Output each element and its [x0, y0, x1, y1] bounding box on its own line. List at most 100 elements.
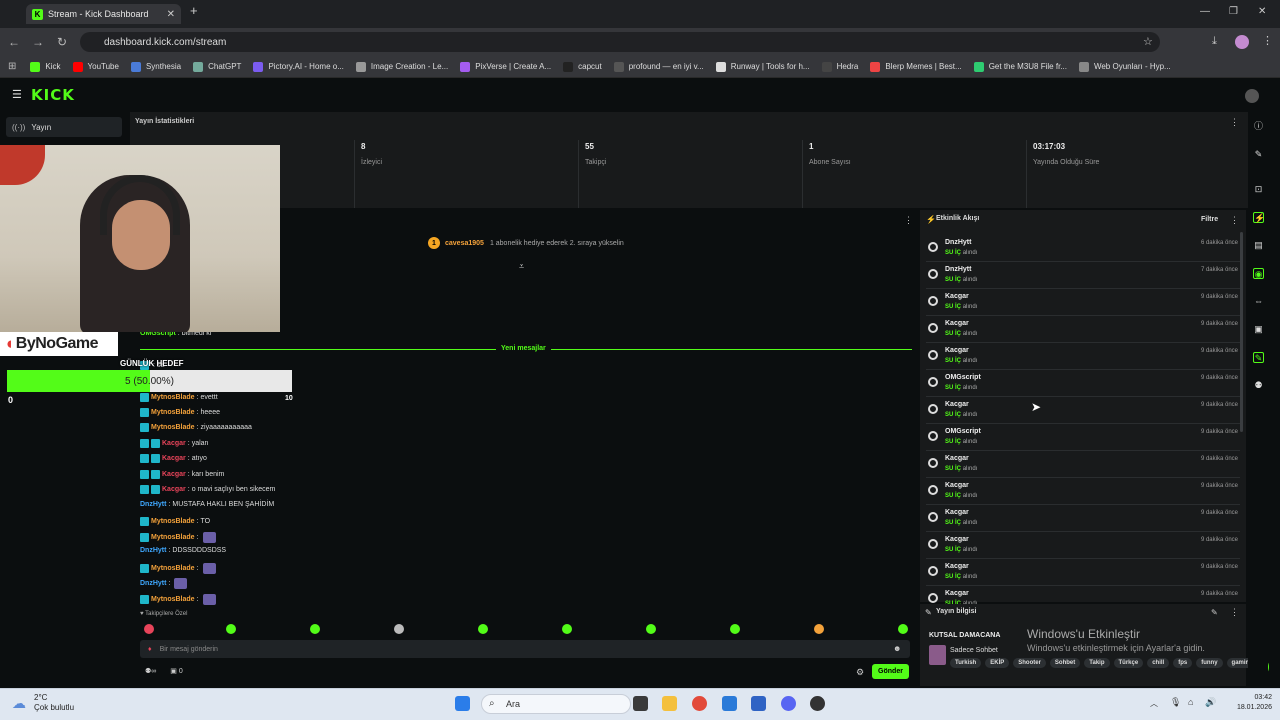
bookmark-item[interactable]: Synthesia: [130, 61, 181, 72]
volume-icon[interactable]: 🔊: [1205, 697, 1216, 708]
profile-avatar[interactable]: [1235, 35, 1249, 49]
task-view-icon[interactable]: [633, 696, 648, 711]
sidebar-item-stream[interactable]: ((·)) Yayın: [6, 117, 122, 137]
window-close-icon[interactable]: ✕: [1258, 6, 1266, 17]
activity-item[interactable]: Kacgar SU İÇ alındı 9 dakika önce: [926, 505, 1240, 532]
pen-icon[interactable]: ✎: [1253, 149, 1264, 160]
emote-icon[interactable]: ♦: [148, 646, 152, 653]
forward-icon[interactable]: →: [26, 35, 50, 49]
bookmark-item[interactable]: Get the M3U8 File fr...: [973, 61, 1067, 72]
chat-username[interactable]: Kacgar: [162, 440, 186, 447]
bookmark-item[interactable]: capcut: [563, 61, 602, 72]
activity-filter-button[interactable]: Filtre: [1201, 216, 1218, 223]
quick-emote-icon[interactable]: [898, 624, 908, 634]
activity-item[interactable]: Kacgar SU İÇ alındı 9 dakika önce: [926, 559, 1240, 586]
bookmark-item[interactable]: Pictory.AI - Home o...: [253, 61, 344, 72]
user-avatar[interactable]: [1245, 89, 1259, 103]
focus-icon[interactable]: ⊡: [1253, 184, 1264, 195]
chat-username[interactable]: MytnosBlade: [151, 596, 195, 603]
apps-grid-icon[interactable]: ⊞: [8, 61, 16, 72]
close-tab-icon[interactable]: ✕: [167, 9, 175, 20]
bookmark-item[interactable]: Runway | Tools for h...: [715, 61, 810, 72]
bookmark-item[interactable]: PixVerse | Create A...: [460, 61, 551, 72]
link-icon[interactable]: ⇔: [1253, 296, 1264, 307]
quick-emote-icon[interactable]: [562, 624, 572, 634]
print-icon[interactable]: ▣: [1253, 324, 1264, 335]
stream-tag[interactable]: Takip: [1084, 658, 1110, 668]
chat-settings-icon[interactable]: ⚙: [856, 667, 864, 678]
stream-tag[interactable]: chill: [1147, 658, 1170, 668]
activity-item[interactable]: Kacgar SU İÇ alındı 9 dakika önce: [926, 289, 1240, 316]
taskbar-clock[interactable]: 03:42 18.01.2026: [1222, 693, 1272, 713]
chat-more-icon[interactable]: ⋮: [904, 215, 913, 226]
emoji-picker-icon[interactable]: ☻: [893, 644, 901, 653]
kick-logo[interactable]: KICK: [31, 86, 75, 104]
tray-chevron-icon[interactable]: ︿: [1150, 698, 1158, 709]
more-menu-icon[interactable]: ⋮: [1262, 34, 1273, 47]
stream-info-more-icon[interactable]: ⋮: [1230, 607, 1239, 618]
activity-item[interactable]: Kacgar SU İÇ alındı 9 dakika önce: [926, 478, 1240, 505]
quick-emote-icon[interactable]: [646, 624, 656, 634]
tools-toggle-icon[interactable]: ✎: [1253, 352, 1264, 363]
bookmark-item[interactable]: Blerp Memes | Best...: [870, 61, 962, 72]
reload-icon[interactable]: ↻: [50, 35, 74, 49]
activity-more-icon[interactable]: ⋮: [1230, 215, 1239, 226]
url-field[interactable]: dashboard.kick.com/stream: [80, 32, 1160, 52]
chrome-icon[interactable]: [692, 696, 707, 711]
activity-item[interactable]: Kacgar SU İÇ alındı 9 dakika önce: [926, 316, 1240, 343]
bookmark-item[interactable]: ChatGPT: [193, 61, 241, 72]
outlook-icon[interactable]: [722, 696, 737, 711]
edit-icon[interactable]: ✎: [1211, 608, 1218, 617]
stream-tag[interactable]: EKİP: [985, 658, 1010, 668]
infinity-icon[interactable]: ⚉∞: [145, 667, 156, 675]
bookmark-item[interactable]: profound — en iyi v...: [613, 61, 704, 72]
stream-tag[interactable]: fps: [1173, 658, 1193, 668]
chat-username[interactable]: MytnosBlade: [151, 394, 195, 401]
activity-item[interactable]: Kacgar SU İÇ alındı 9 dakika önce: [926, 532, 1240, 559]
stream-tag[interactable]: Sohbet: [1049, 658, 1081, 668]
chat-username[interactable]: MytnosBlade: [151, 409, 195, 416]
new-tab-icon[interactable]: +: [190, 3, 198, 18]
quick-emote-icon[interactable]: [478, 624, 488, 634]
chat-input[interactable]: ♦ Bir mesaj gönderin: [140, 640, 910, 658]
activity-item[interactable]: OMGscript SU İÇ alındı 9 dakika önce: [926, 424, 1240, 451]
document-icon[interactable]: ▤: [1253, 240, 1264, 251]
activity-item[interactable]: OMGscript SU İÇ alındı 9 dakika önce: [926, 370, 1240, 397]
bookmark-item[interactable]: Web Oyunları - Hyp...: [1078, 61, 1171, 72]
taskbar-search[interactable]: ⌕ Ara: [481, 694, 631, 714]
bookmark-item[interactable]: YouTube: [72, 61, 119, 72]
pinned-gift-banner[interactable]: 1 cavesa1905 1 abonelik hediye ederek 2.…: [428, 237, 624, 249]
stream-tag[interactable]: Türkçe: [1113, 658, 1144, 668]
bookmark-item[interactable]: Image Creation - Le...: [355, 61, 448, 72]
chat-username[interactable]: MytnosBlade: [151, 424, 195, 431]
bookmark-star-icon[interactable]: ☆: [1143, 35, 1153, 48]
info-icon[interactable]: ⓘ: [1253, 121, 1264, 132]
download-icon[interactable]: ⤓: [1212, 35, 1217, 48]
browser-tab[interactable]: K Stream - Kick Dashboard ✕: [26, 4, 181, 24]
chat-username[interactable]: MytnosBlade: [151, 565, 195, 572]
quick-emote-icon[interactable]: [144, 624, 154, 634]
share-icon[interactable]: ⚉: [1253, 380, 1264, 391]
quick-emote-icon[interactable]: [394, 624, 404, 634]
chat-username[interactable]: MytnosBlade: [151, 518, 195, 525]
stream-tag[interactable]: funny: [1196, 658, 1223, 668]
windows-start-icon[interactable]: [455, 696, 470, 711]
activity-item[interactable]: Kacgar SU İÇ alındı 9 dakika önce: [926, 451, 1240, 478]
chat-username[interactable]: Kacgar: [162, 486, 186, 493]
send-button[interactable]: Gönder: [872, 664, 909, 679]
collapse-chevron-icon[interactable]: ⩡: [519, 261, 524, 272]
obs-icon[interactable]: [810, 696, 825, 711]
activity-item[interactable]: Kacgar SU İÇ alındı 9 dakika önce: [926, 397, 1240, 424]
gift-counter[interactable]: ▣ 0: [170, 667, 182, 675]
activity-item[interactable]: DnzHytt SU İÇ alındı 6 dakika önce: [926, 235, 1240, 262]
activity-toggle-icon[interactable]: ⚡: [1253, 212, 1265, 223]
chat-username[interactable]: DnzHytt: [140, 547, 166, 554]
discord-icon[interactable]: [781, 696, 796, 711]
minimize-icon[interactable]: —: [1200, 6, 1210, 17]
back-icon[interactable]: ←: [2, 35, 26, 49]
activity-scrollbar[interactable]: [1240, 232, 1243, 432]
store-icon[interactable]: [751, 696, 766, 711]
weather-widget[interactable]: 2°C Çok bulutlu: [34, 693, 74, 713]
chat-username[interactable]: Kacgar: [162, 471, 186, 478]
chat-username[interactable]: DnzHytt: [140, 580, 166, 587]
